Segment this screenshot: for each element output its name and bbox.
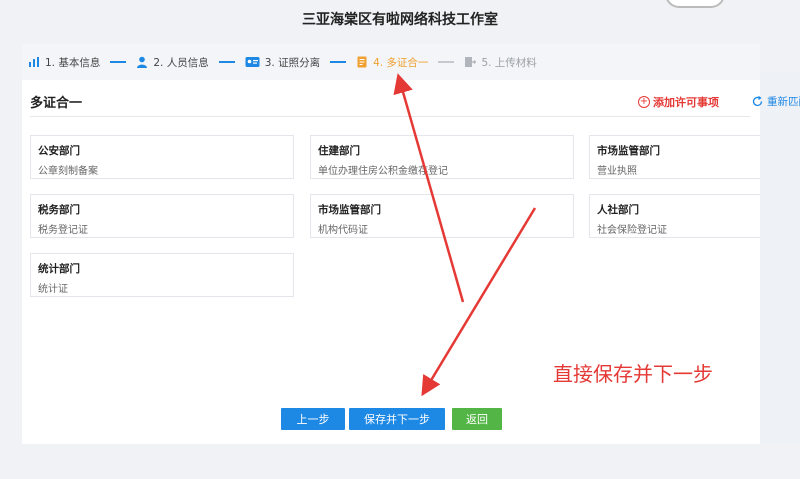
annotation-arrows [393,73,537,397]
arrow-to-step4 [393,73,465,303]
arrow-to-save-button [421,207,537,397]
annotation-text: 直接保存并下一步 [553,362,713,386]
